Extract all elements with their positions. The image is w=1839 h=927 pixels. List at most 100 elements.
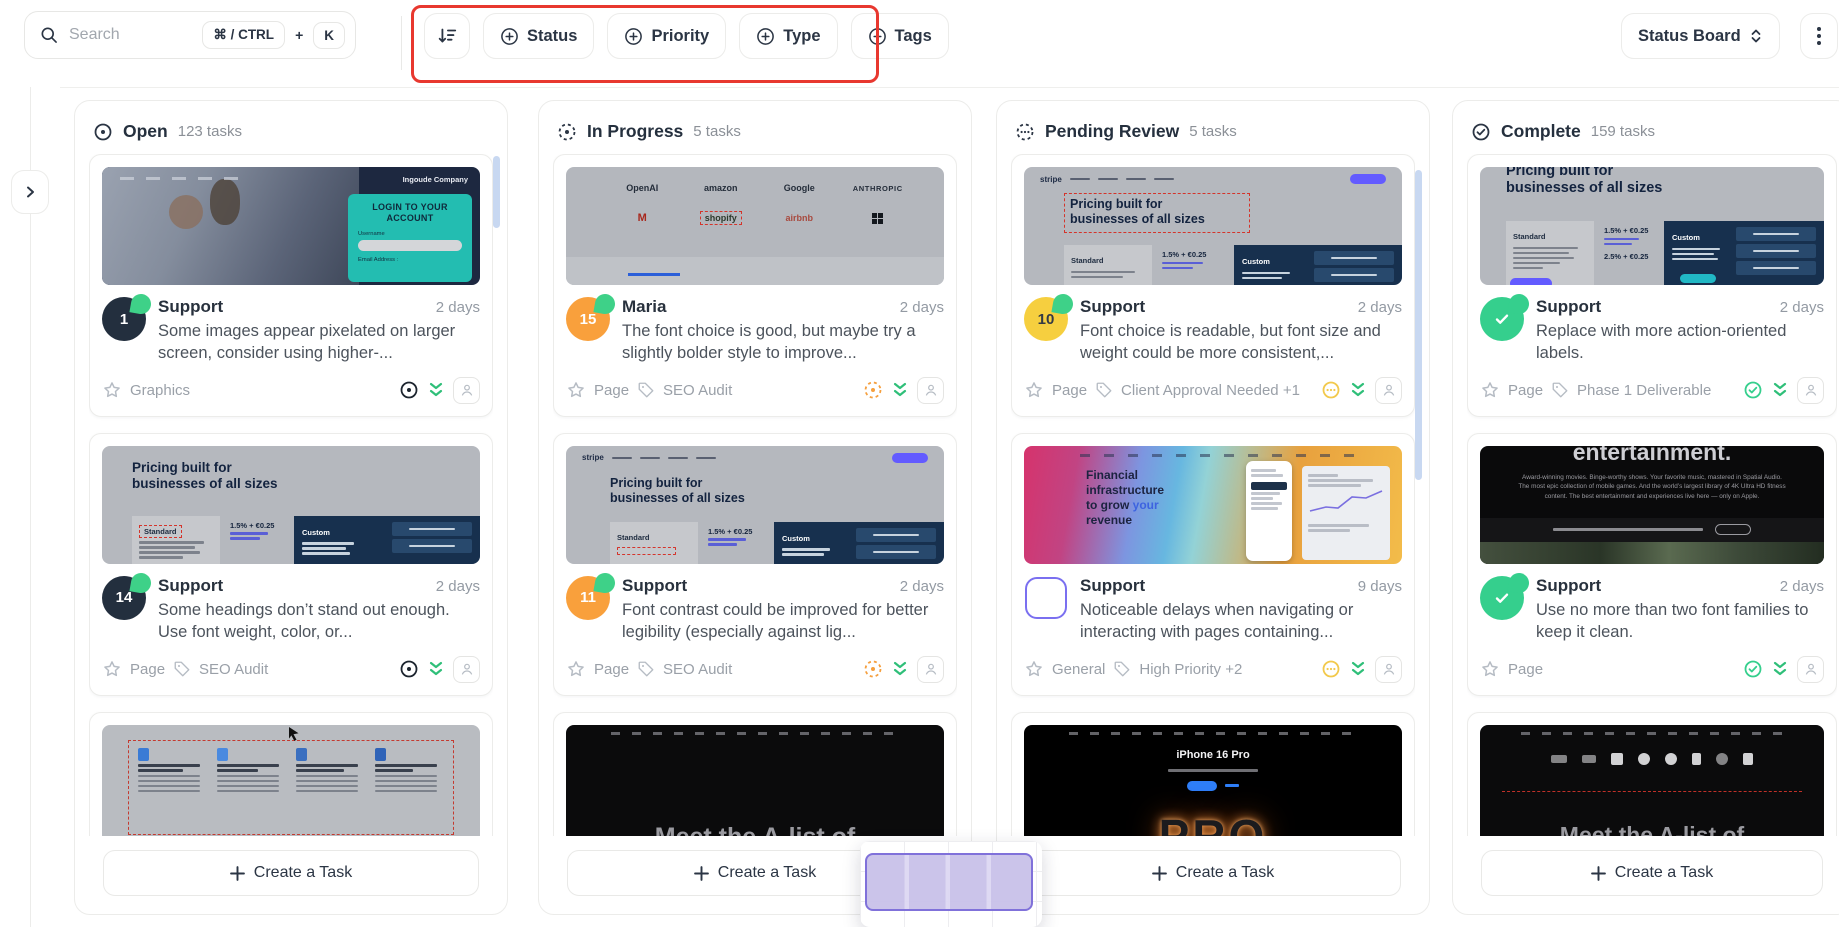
star-icon[interactable] xyxy=(1480,380,1500,400)
priority-chevrons-icon[interactable] xyxy=(891,659,909,679)
task-title: Support xyxy=(622,576,687,596)
filter-status-button[interactable]: Status xyxy=(483,13,594,59)
filter-tags-button[interactable]: Tags xyxy=(851,13,949,59)
up-down-chevron-icon xyxy=(1749,28,1763,44)
star-icon[interactable] xyxy=(1480,659,1500,679)
task-thumbnail: Meet the A-list of xyxy=(566,725,944,836)
task-card-partial[interactable]: iPhone 16 Pro PRO xyxy=(1011,712,1415,836)
task-card[interactable]: Financial infrastructure to grow your re… xyxy=(1011,433,1415,696)
priority-chevrons-icon[interactable] xyxy=(1349,659,1367,679)
sidebar-expand-button[interactable] xyxy=(11,170,49,214)
thumb-glow-text: PRO xyxy=(1024,809,1402,836)
person-icon xyxy=(459,382,475,398)
task-card[interactable]: entertainment. Award-winning movies. Bin… xyxy=(1467,433,1837,696)
filter-type-button[interactable]: Type xyxy=(739,13,837,59)
task-card[interactable]: stripe Pricing built for businesses of a… xyxy=(553,433,957,696)
status-dashed-circle-icon[interactable] xyxy=(863,380,883,400)
star-icon[interactable] xyxy=(1024,659,1044,679)
assignee-button[interactable] xyxy=(453,377,480,404)
drag-ghost-panel[interactable] xyxy=(860,841,1042,927)
assignee-button[interactable] xyxy=(1797,656,1824,683)
person-icon xyxy=(923,382,939,398)
task-description: Some images appear pixelated on larger s… xyxy=(158,321,480,365)
task-card[interactable]: Pricing built for businesses of all size… xyxy=(89,433,493,696)
task-card[interactable]: Pricing built for businesses of all size… xyxy=(1467,154,1837,417)
task-title: Support xyxy=(1536,297,1601,317)
thumb-headline: iPhone 16 Pro xyxy=(1024,749,1402,761)
thumb-headline: Financial infrastructure to grow your re… xyxy=(1086,468,1164,528)
column-scrollbar[interactable] xyxy=(1415,170,1422,480)
vertical-ellipsis-icon xyxy=(1817,27,1821,45)
view-selector-button[interactable]: Status Board xyxy=(1621,13,1780,59)
sort-button[interactable] xyxy=(424,13,470,59)
person-icon xyxy=(459,661,475,677)
task-time: 2 days xyxy=(1780,578,1824,595)
task-tag: SEO Audit xyxy=(663,382,732,399)
star-icon[interactable] xyxy=(102,380,122,400)
person-icon xyxy=(1803,382,1819,398)
filter-priority-button[interactable]: Priority xyxy=(607,13,726,59)
priority-chevrons-icon[interactable] xyxy=(891,380,909,400)
thumbnail-photo xyxy=(102,167,359,285)
task-thumbnail: Pricing built for businesses of all size… xyxy=(102,446,480,564)
star-icon[interactable] xyxy=(566,659,586,679)
leaf-icon xyxy=(129,571,152,594)
task-card-partial[interactable]: Meet the A-list of xyxy=(1467,712,1837,836)
create-task-button[interactable]: Create a Task xyxy=(1481,850,1823,896)
shortcut-cmd-badge: ⌘ / CTRL xyxy=(202,21,285,49)
star-icon[interactable] xyxy=(566,380,586,400)
thumb-headline: entertainment. xyxy=(1480,446,1824,466)
status-circle-check-icon[interactable] xyxy=(1743,659,1763,679)
priority-chevrons-icon[interactable] xyxy=(1349,380,1367,400)
annotated-headline: Pricing built for businesses of all size… xyxy=(1064,193,1250,233)
task-card-partial[interactable]: Meet the A-list of xyxy=(553,712,957,836)
create-task-button[interactable]: Create a Task xyxy=(1025,850,1401,896)
column-title: Complete xyxy=(1501,121,1581,142)
task-card[interactable]: OpenAI amazon Google ANTHROPIC M shopify… xyxy=(553,154,957,417)
task-title: Support xyxy=(158,576,223,596)
task-category: Page xyxy=(1508,382,1543,399)
task-card-partial[interactable] xyxy=(89,712,493,836)
search-input[interactable]: Search ⌘ / CTRL + K xyxy=(24,11,356,59)
task-description: Font choice is readable, but font size a… xyxy=(1080,321,1402,365)
column-scrollbar[interactable] xyxy=(493,156,500,228)
assignee-button[interactable] xyxy=(453,656,480,683)
priority-chevrons-icon[interactable] xyxy=(1771,659,1789,679)
drag-ghost-placeholder[interactable] xyxy=(865,853,1033,911)
star-icon[interactable] xyxy=(1024,380,1044,400)
filter-type-label: Type xyxy=(783,27,820,46)
assignee-button[interactable] xyxy=(1375,377,1402,404)
assignee-button[interactable] xyxy=(1375,656,1402,683)
task-checkbox-badge[interactable] xyxy=(1025,577,1067,619)
topbar-divider xyxy=(401,16,402,70)
more-options-button[interactable] xyxy=(1800,13,1838,59)
assignee-button[interactable] xyxy=(917,377,944,404)
status-circle-dot-icon[interactable] xyxy=(399,659,419,679)
status-circle-ellipsis-icon[interactable] xyxy=(1321,380,1341,400)
column-count: 5 tasks xyxy=(1189,123,1237,140)
task-card[interactable]: Ingoude Company LOGIN TO YOUR ACCOUNT Us… xyxy=(89,154,493,417)
task-card[interactable]: stripe Pricing built for businesses of a… xyxy=(1011,154,1415,417)
tag-icon xyxy=(1113,660,1131,678)
column-in-progress: In Progress 5 tasks OpenAI amazon Google… xyxy=(538,100,972,915)
task-thumbnail: OpenAI amazon Google ANTHROPIC M shopify… xyxy=(566,167,944,285)
star-icon[interactable] xyxy=(102,659,122,679)
task-check-badge xyxy=(1480,576,1524,620)
assignee-button[interactable] xyxy=(917,656,944,683)
column-title: Pending Review xyxy=(1045,121,1179,142)
status-circle-dot-icon[interactable] xyxy=(399,380,419,400)
status-circle-ellipsis-icon[interactable] xyxy=(1321,659,1341,679)
assignee-button[interactable] xyxy=(1797,377,1824,404)
card-list: stripe Pricing built for businesses of a… xyxy=(1011,154,1415,836)
person-icon xyxy=(1803,661,1819,677)
priority-chevrons-icon[interactable] xyxy=(427,659,445,679)
circled-plus-icon xyxy=(756,27,775,46)
column-open: Open 123 tasks Ingoude Company LOGIN TO … xyxy=(74,100,508,915)
leaf-icon xyxy=(1051,292,1074,315)
priority-chevrons-icon[interactable] xyxy=(427,380,445,400)
priority-chevrons-icon[interactable] xyxy=(1771,380,1789,400)
status-circle-check-icon[interactable] xyxy=(1743,380,1763,400)
create-task-button[interactable]: Create a Task xyxy=(103,850,479,896)
status-dashed-circle-icon[interactable] xyxy=(863,659,883,679)
card-list: Pricing built for businesses of all size… xyxy=(1467,154,1837,836)
